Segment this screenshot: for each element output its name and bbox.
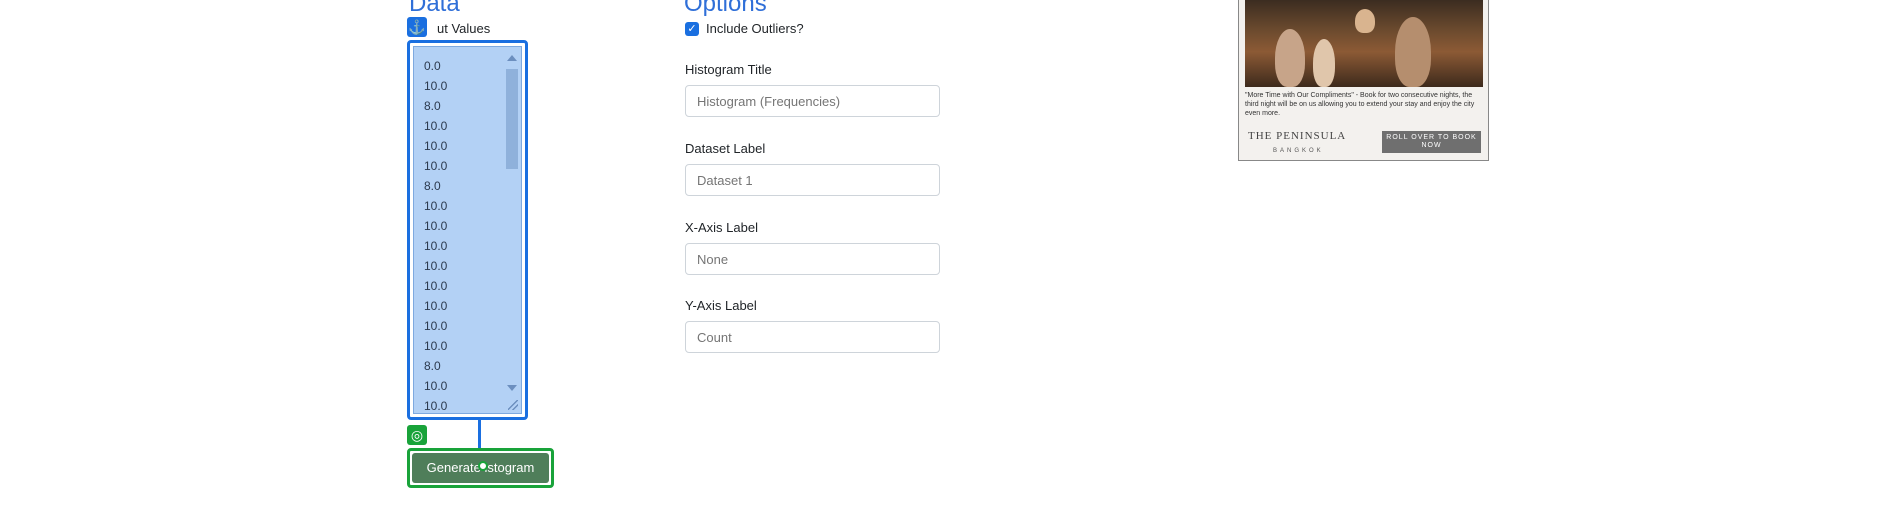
histogram-title-label: Histogram Title [685, 62, 772, 77]
ad-figure-child [1313, 39, 1335, 87]
value-line: 0.0 [424, 59, 441, 73]
peninsula-ad[interactable]: "More Time with Our Compliments" - Book … [1238, 0, 1489, 161]
dataset-label-label: Dataset Label [685, 141, 766, 156]
resize-grip-icon[interactable] [508, 400, 518, 410]
ad-city: BANGKOK [1273, 148, 1324, 154]
anchor-icon[interactable]: ⚓ [407, 17, 427, 37]
scroll-down-arrow-icon[interactable] [507, 385, 517, 391]
dataset-label-input[interactable] [685, 164, 940, 196]
values-textarea-highlight[interactable]: 0.0 10.0 8.0 10.0 10.0 10.0 8.0 10.0 10.0 10.0 10.… [407, 40, 528, 420]
value-line: 10.0 [424, 259, 448, 273]
ad-figure-woman [1395, 17, 1431, 87]
include-outliers-label: Include Outliers? [706, 21, 804, 36]
target-icon[interactable]: ◎ [407, 425, 427, 445]
ad-figure-chef [1355, 9, 1375, 33]
value-line: 10.0 [424, 199, 448, 213]
values-list: 0.0 10.0 8.0 10.0 10.0 10.0 8.0 10.0 10.0 10.0 10.… [424, 56, 448, 413]
x-axis-label-input[interactable] [685, 243, 940, 275]
scroll-thumb[interactable] [506, 69, 518, 169]
value-line: 8.0 [424, 179, 441, 193]
ad-brand-logo: THE PENINSULA [1248, 130, 1347, 142]
value-line: 10.0 [424, 159, 448, 173]
value-line: 10.0 [424, 79, 448, 93]
value-line: 10.0 [424, 319, 448, 333]
ad-caption: "More Time with Our Compliments" - Book … [1245, 92, 1475, 117]
textarea-scrollbar[interactable] [505, 51, 519, 407]
value-line: 10.0 [424, 119, 448, 133]
scroll-up-arrow-icon[interactable] [507, 55, 517, 61]
value-line: 10.0 [424, 339, 448, 353]
value-line: 8.0 [424, 99, 441, 113]
connector-line [478, 420, 481, 450]
input-values-label: ut Values [437, 21, 491, 36]
value-line: 10.0 [424, 219, 448, 233]
values-textarea[interactable]: 0.0 10.0 8.0 10.0 10.0 10.0 8.0 10.0 10.0 10.0 10.… [413, 46, 522, 414]
value-line: 10.0 [424, 399, 448, 413]
y-axis-label-input[interactable] [685, 321, 940, 353]
ad-photo [1245, 0, 1483, 87]
data-heading: Data [409, 0, 460, 17]
click-point-icon [478, 461, 488, 471]
x-axis-label-label: X-Axis Label [685, 220, 758, 235]
histogram-title-input[interactable] [685, 85, 940, 117]
value-line: 10.0 [424, 379, 448, 393]
value-line: 8.0 [424, 359, 441, 373]
value-line: 10.0 [424, 239, 448, 253]
ad-book-now-button[interactable]: ROLL OVER TO BOOK NOW [1382, 131, 1481, 153]
y-axis-label-label: Y-Axis Label [685, 298, 757, 313]
options-heading: Options [684, 0, 767, 17]
ad-figure-person [1275, 29, 1305, 87]
include-outliers-checkbox[interactable]: ✓ [685, 22, 699, 36]
value-line: 10.0 [424, 139, 448, 153]
value-line: 10.0 [424, 299, 448, 313]
value-line: 10.0 [424, 279, 448, 293]
generate-button-highlight[interactable]: Generate istogram [407, 448, 554, 488]
